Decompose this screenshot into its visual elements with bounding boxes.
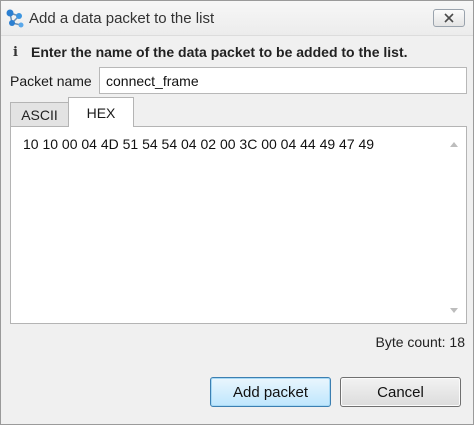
byte-count: Byte count: 18 — [375, 334, 465, 350]
vertical-scrollbar[interactable] — [446, 133, 462, 317]
hex-content: 10 10 00 04 4D 51 54 54 04 02 00 3C 00 0… — [23, 136, 375, 152]
scroll-down-button[interactable] — [446, 301, 462, 315]
add-packet-dialog: Add a data packet to the list i Enter th… — [0, 0, 474, 425]
info-text: Enter the name of the data packet to be … — [31, 44, 408, 60]
info-icon: i — [13, 44, 18, 60]
arrow-up-icon — [450, 134, 458, 150]
close-icon — [444, 10, 454, 26]
cancel-button[interactable]: Cancel — [340, 377, 461, 407]
packet-data-editor[interactable]: 10 10 00 04 4D 51 54 54 04 02 00 3C 00 0… — [10, 126, 467, 324]
dialog-title: Add a data packet to the list — [29, 10, 215, 27]
network-nodes-icon — [4, 7, 26, 29]
tab-ascii[interactable]: ASCII — [10, 102, 69, 126]
arrow-down-icon — [450, 300, 458, 316]
packet-name-input[interactable] — [99, 67, 467, 94]
add-packet-button[interactable]: Add packet — [210, 377, 331, 407]
tab-hex[interactable]: HEX — [68, 97, 134, 127]
title-bar[interactable]: Add a data packet to the list — [1, 1, 473, 36]
info-message: i Enter the name of the data packet to b… — [13, 43, 408, 61]
packet-name-label: Packet name — [10, 73, 92, 89]
close-button[interactable] — [433, 9, 465, 27]
scroll-up-button[interactable] — [446, 135, 462, 149]
